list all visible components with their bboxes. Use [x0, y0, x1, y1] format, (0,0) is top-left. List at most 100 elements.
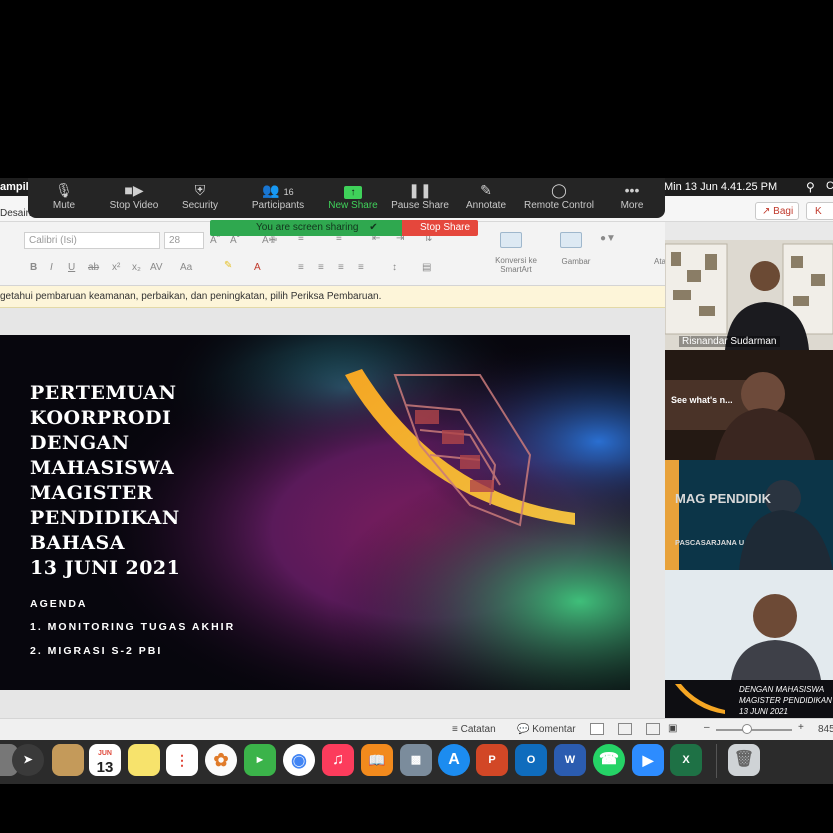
pause-share-label: Pause Share: [391, 200, 449, 211]
slide-sorter-icon[interactable]: [618, 723, 632, 735]
more-button[interactable]: ••• More: [614, 178, 650, 218]
excel-icon[interactable]: X: [670, 744, 702, 776]
remote-control-button[interactable]: ◯ Remote Control: [522, 178, 596, 218]
font-size-select[interactable]: 28: [164, 232, 204, 249]
menubar-clock[interactable]: Min 13 Jun 4.41.25 PM: [664, 181, 777, 193]
picture-label[interactable]: Gambar: [556, 257, 596, 266]
smartart-icon[interactable]: [500, 232, 522, 248]
more-label: More: [620, 200, 644, 211]
desktop: ampili Min 13 Jun 4.41.25 PM ⚲ C Desain …: [0, 0, 833, 833]
powerpoint-icon[interactable]: P: [476, 744, 508, 776]
underline-icon[interactable]: U: [68, 262, 75, 273]
subscript-icon[interactable]: x₂: [132, 262, 141, 273]
align-text-icon[interactable]: ▤: [422, 262, 431, 273]
books-icon[interactable]: 📖: [361, 744, 393, 776]
convert-smartart-label[interactable]: Konversi ke SmartArt: [488, 256, 544, 274]
music-icon[interactable]: ♫: [322, 744, 354, 776]
zoom-in-icon[interactable]: +: [798, 722, 804, 733]
zoom-slider[interactable]: [716, 729, 792, 731]
align-left-icon[interactable]: ≡: [298, 262, 304, 273]
comments-button[interactable]: K: [806, 202, 833, 220]
participant-tile[interactable]: See what's n...: [665, 350, 833, 460]
new-share-button[interactable]: ↑ New Share: [324, 178, 382, 218]
shrink-font-icon[interactable]: Aˇ: [230, 235, 240, 246]
clear-format-icon[interactable]: A✙: [262, 235, 277, 246]
background-banner-subtext: PASCASARJANA U: [675, 538, 745, 547]
check-icon: ✔: [369, 222, 378, 233]
search-icon[interactable]: ⚲: [806, 180, 815, 194]
zoom-slider-thumb[interactable]: [742, 724, 752, 734]
share-button[interactable]: ↗ Bagi: [755, 202, 799, 220]
grow-font-icon[interactable]: Aˆ: [210, 235, 220, 246]
calendar-icon[interactable]: JUN 13: [89, 744, 121, 776]
word-icon[interactable]: W: [554, 744, 586, 776]
video-feed: [665, 460, 833, 570]
caption-line: 13 JUNI 2021: [739, 707, 788, 716]
align-center-icon[interactable]: ≡: [318, 262, 324, 273]
bold-icon[interactable]: B: [30, 262, 37, 273]
strikethrough-icon[interactable]: ab: [88, 262, 99, 273]
participant-tile[interactable]: [665, 570, 833, 680]
italic-icon[interactable]: I: [50, 262, 53, 273]
highlight-icon[interactable]: ✎: [224, 260, 232, 271]
sharing-status-strip: You are screen sharing ✔ Stop Share: [210, 220, 478, 236]
reminders-icon[interactable]: ⋮: [166, 744, 198, 776]
slide-title-line: PENDIDIKAN: [30, 507, 180, 529]
mute-button[interactable]: 🎙 Mute: [38, 178, 90, 218]
annotate-button[interactable]: ✎ Annotate: [462, 178, 510, 218]
justify-icon[interactable]: ≡: [358, 262, 364, 273]
contacts-icon[interactable]: [52, 744, 84, 776]
caption-line: DENGAN MAHASISWA: [739, 685, 825, 694]
share-button-label: Bagi: [773, 206, 794, 217]
normal-view-icon[interactable]: [590, 723, 604, 735]
launchpad-icon[interactable]: ➤: [12, 744, 44, 776]
chrome-icon[interactable]: ◉: [283, 744, 315, 776]
zoom-out-icon[interactable]: –: [704, 722, 710, 733]
zoom-percentage[interactable]: 845: [818, 724, 833, 735]
stop-share-button[interactable]: Stop Share: [402, 220, 478, 236]
pause-share-button[interactable]: ❚❚ Pause Share: [390, 178, 450, 218]
char-spacing-icon[interactable]: AV: [150, 262, 163, 273]
security-button[interactable]: ⛨ Security: [176, 178, 224, 218]
notes-button[interactable]: ≡ Catatan: [452, 724, 496, 735]
preview-icon[interactable]: ▩: [400, 744, 432, 776]
shield-icon: ⛨: [194, 182, 206, 198]
app-store-icon[interactable]: A: [438, 744, 470, 776]
font-name-select[interactable]: Calibri (Isi): [24, 232, 160, 249]
zoom-app-icon[interactable]: ▶: [632, 744, 664, 776]
zoom-meeting-toolbar: 🎙 Mute ■▶ Stop Video ⛨ Security 👥 16 Par…: [28, 178, 665, 218]
whatsapp-icon[interactable]: ☎: [593, 744, 625, 776]
slide-title-line: DENGAN: [30, 432, 130, 454]
outlook-icon[interactable]: O: [515, 744, 547, 776]
trash-icon[interactable]: 🗑: [728, 744, 760, 776]
new-share-label: New Share: [328, 200, 378, 211]
slideshow-icon[interactable]: ▣: [668, 723, 677, 734]
comments-toggle[interactable]: 💬 Komentar: [517, 724, 576, 735]
control-center-icon[interactable]: C: [826, 180, 833, 192]
tab-desain[interactable]: Desain: [0, 208, 31, 219]
participants-button[interactable]: 👥 16 Participants: [242, 178, 314, 218]
slide-title-line: BAHASA: [30, 532, 125, 554]
text-direction-icon[interactable]: ↕: [392, 262, 397, 273]
notes-app-icon[interactable]: [128, 744, 160, 776]
slide-title-line: PERTEMUAN: [30, 382, 177, 404]
participant-tile[interactable]: Risnandar Sudarman: [665, 240, 833, 350]
ppt-status-bar: ≡ Catatan 💬 Komentar ▣ – + 845: [0, 718, 833, 740]
reading-view-icon[interactable]: [646, 723, 660, 735]
participant-name: Risnandar Sudarman: [679, 336, 780, 347]
photos-icon[interactable]: ✿: [205, 744, 237, 776]
participant-tile[interactable]: MAG PENDIDIK PASCASARJANA U: [665, 460, 833, 570]
slide-canvas[interactable]: PERTEMUAN KOORPRODI DENGAN MAHASISWA MAG…: [0, 335, 630, 690]
shapes-icon[interactable]: ●▼: [600, 233, 616, 244]
stop-video-button[interactable]: ■▶ Stop Video: [100, 178, 168, 218]
font-color-icon[interactable]: A: [254, 262, 261, 273]
facetime-icon[interactable]: ►: [244, 744, 276, 776]
superscript-icon[interactable]: x²: [112, 262, 120, 273]
change-case-icon[interactable]: Aa: [180, 262, 192, 273]
share-arrow-icon: ↑: [344, 186, 362, 199]
align-right-icon[interactable]: ≡: [338, 262, 344, 273]
video-feed: [665, 240, 833, 350]
picture-icon[interactable]: [560, 232, 582, 248]
ellipsis-icon: •••: [624, 182, 640, 198]
dock-divider: [716, 744, 717, 778]
